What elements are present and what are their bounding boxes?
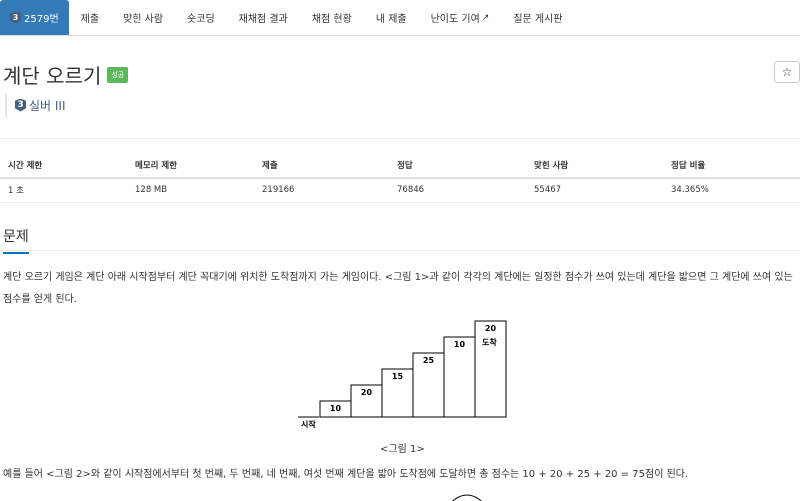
accepted-value: 76846	[389, 178, 526, 203]
memory-limit-value: 128 MB	[127, 178, 254, 203]
figure-2-partial	[452, 494, 482, 501]
step-score-label: 10	[330, 404, 342, 413]
staircase-figure: 10 20 15 25 10 20 시작 도착	[298, 320, 507, 429]
tab-judge-status[interactable]: 채점 현황	[300, 0, 364, 35]
end-label: 도착	[482, 337, 497, 347]
tab-rejudge-results[interactable]: 재채점 결과	[227, 0, 300, 35]
problem-example-text: 예를 들어 <그림 2>와 같이 시작점에서부터 첫 번째, 두 번째, 네 번…	[3, 469, 689, 480]
problem-nav-tabs: 3 2579번 제출 맞힌 사람 숏코딩 재채점 결과 채점 현황 내 제출 난…	[0, 0, 800, 36]
tab-submit[interactable]: 제출	[69, 0, 111, 35]
time-limit-value: 1 초	[0, 178, 127, 203]
solved-users-value: 55467	[526, 178, 663, 203]
staircase-steps: 10 20 15 25 10 20	[319, 320, 507, 418]
tier-row: 3 실버 III	[5, 93, 66, 117]
header-accepted: 정답	[389, 153, 526, 179]
tier-icon: 3	[15, 98, 26, 112]
tab-problem[interactable]: 3 2579번	[0, 0, 69, 35]
tier-badge-icon: 3	[10, 11, 21, 24]
start-label: 시작	[301, 419, 316, 429]
submissions-value: 219166	[254, 178, 389, 203]
step-box	[474, 320, 507, 418]
section-divider	[0, 250, 800, 251]
tier-label[interactable]: 실버 III	[29, 97, 66, 114]
status-badge: 성공	[107, 66, 129, 83]
header-submissions: 제출	[254, 153, 389, 179]
problem-description: 계단 오르기 게임은 계단 아래 시작점부터 계단 꼭대기에 위치한 도착점까지…	[3, 272, 793, 305]
tab-my-submissions[interactable]: 내 제출	[364, 0, 419, 35]
step-score-label: 25	[423, 356, 435, 365]
table-header-row: 시간 제한 메모리 제한 제출 정답 맞힌 사람 정답 비율	[0, 153, 800, 179]
figure-caption: <그림 1>	[380, 444, 425, 455]
step-score-label: 20	[361, 388, 373, 397]
header-memory-limit: 메모리 제한	[127, 153, 254, 179]
header-accept-ratio: 정답 비율	[663, 153, 800, 179]
header-solved-users: 맞힌 사람	[526, 153, 663, 179]
title-row: 계단 오르기 성공	[3, 60, 129, 89]
page-title: 계단 오르기	[3, 64, 102, 88]
tab-difficulty-contribution[interactable]: 난이도 기여 ↗	[419, 0, 502, 35]
accept-ratio-value: 34.365%	[663, 178, 800, 203]
tab-solved-users[interactable]: 맞힌 사람	[111, 0, 175, 35]
table-row: 1 초 128 MB 219166 76846 55467 34.365%	[0, 178, 800, 203]
step-box	[443, 336, 476, 418]
tab-problem-label: 2579번	[24, 14, 59, 25]
external-link-icon: ↗	[481, 12, 490, 23]
tab-short-coding[interactable]: 숏코딩	[175, 0, 227, 35]
step-score-label: 15	[392, 372, 404, 381]
tab-difficulty-label: 난이도 기여	[430, 14, 480, 25]
tab-question-board[interactable]: 질문 게시판	[501, 0, 574, 35]
star-icon: ☆	[781, 65, 793, 79]
header-time-limit: 시간 제한	[0, 153, 127, 179]
problem-info-table: 시간 제한 메모리 제한 제출 정답 맞힌 사람 정답 비율 1 초 128 M…	[0, 153, 800, 203]
step-score-label: 20	[485, 324, 497, 333]
divider	[0, 138, 800, 139]
step-score-label: 10	[454, 340, 466, 349]
star-button[interactable]: ☆	[774, 61, 800, 83]
